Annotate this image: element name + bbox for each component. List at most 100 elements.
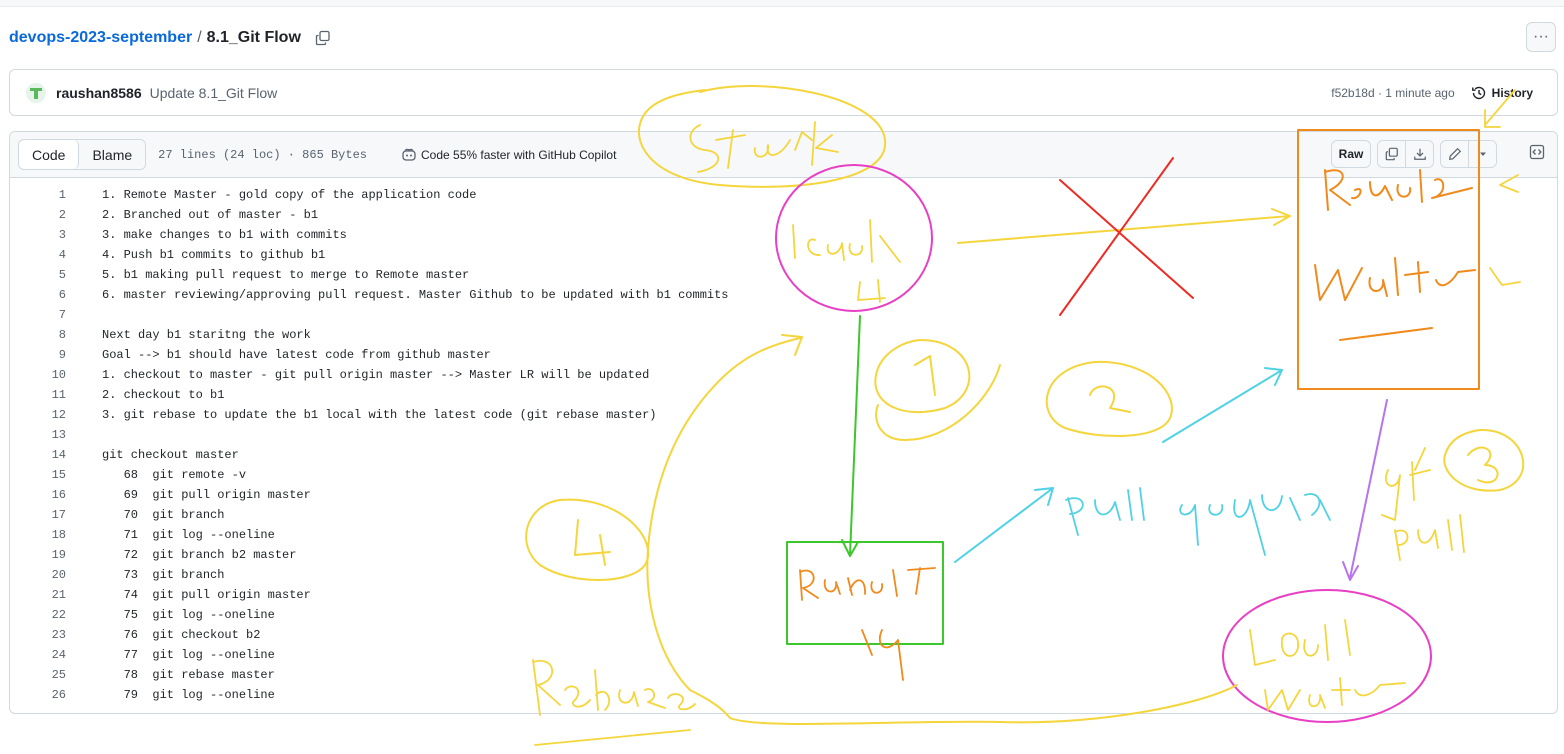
code-line: 8 Next day b1 staritng the work bbox=[10, 325, 729, 345]
copy-download-group bbox=[1377, 140, 1434, 168]
line-number[interactable]: 23 bbox=[10, 628, 102, 642]
line-text: 3. git rebase to update the b1 local wit… bbox=[102, 408, 657, 422]
line-number[interactable]: 19 bbox=[10, 548, 102, 562]
line-number[interactable]: 5 bbox=[10, 268, 102, 282]
code-line: 6 6. master reviewing/approving pull requ… bbox=[10, 285, 729, 305]
pencil-icon bbox=[1448, 147, 1461, 160]
line-number[interactable]: 2 bbox=[10, 208, 102, 222]
line-text: 4. Push b1 commits to github b1 bbox=[102, 248, 326, 262]
code-line: 10 1. checkout to master - git pull origi… bbox=[10, 365, 729, 385]
history-icon bbox=[1471, 86, 1485, 99]
download-icon bbox=[1413, 148, 1426, 160]
line-number[interactable]: 12 bbox=[10, 408, 102, 422]
commit-author[interactable]: raushan8586 bbox=[56, 85, 142, 101]
code-line: 17 70 git branch bbox=[10, 505, 729, 525]
breadcrumb: devops-2023-september / 8.1_Git Flow bbox=[9, 27, 331, 49]
line-number[interactable]: 4 bbox=[10, 248, 102, 262]
line-text: 75 git log --oneline bbox=[102, 608, 275, 622]
kebab-icon: ··· bbox=[1533, 28, 1549, 45]
line-number[interactable]: 11 bbox=[10, 388, 102, 402]
line-text: 72 git branch b2 master bbox=[102, 548, 297, 562]
code-line: 7 bbox=[10, 305, 729, 325]
symbols-panel-button[interactable] bbox=[1529, 144, 1545, 163]
line-number[interactable]: 13 bbox=[10, 428, 102, 442]
code-line: 4 4. Push b1 commits to github b1 bbox=[10, 245, 729, 265]
line-number[interactable]: 21 bbox=[10, 588, 102, 602]
edit-group bbox=[1440, 140, 1497, 168]
line-number[interactable]: 6 bbox=[10, 288, 102, 302]
code-line: 12 3. git rebase to update the b1 local w… bbox=[10, 405, 729, 425]
edit-button[interactable] bbox=[1441, 141, 1468, 167]
line-text: 5. b1 making pull request to merge to Re… bbox=[102, 268, 470, 282]
line-text: 77 git log --oneline bbox=[102, 648, 275, 662]
breadcrumb-separator: / bbox=[197, 29, 202, 46]
code-lines: 1 1. Remote Master - gold copy of the app… bbox=[10, 185, 729, 705]
code-line: 18 71 git log --oneline bbox=[10, 525, 729, 545]
line-number[interactable]: 26 bbox=[10, 688, 102, 702]
line-number[interactable]: 20 bbox=[10, 568, 102, 582]
line-number[interactable]: 3 bbox=[10, 228, 102, 242]
latest-commit-bar: raushan8586 Update 8.1_Git Flow f52b18d … bbox=[9, 69, 1558, 116]
line-number[interactable]: 15 bbox=[10, 468, 102, 482]
line-text: 73 git branch bbox=[102, 568, 225, 582]
more-options-button[interactable]: ··· bbox=[1526, 22, 1556, 52]
line-number[interactable]: 8 bbox=[10, 328, 102, 342]
line-number[interactable]: 24 bbox=[10, 648, 102, 662]
top-divider bbox=[0, 0, 1564, 7]
download-button[interactable] bbox=[1405, 141, 1433, 167]
line-number[interactable]: 1 bbox=[10, 188, 102, 202]
copilot-icon bbox=[402, 148, 416, 161]
line-text: 78 git rebase master bbox=[102, 668, 275, 682]
code-line: 20 73 git branch bbox=[10, 565, 729, 585]
code-line: 1 1. Remote Master - gold copy of the app… bbox=[10, 185, 729, 205]
code-line: 2 2. Branched out of master - b1 bbox=[10, 205, 729, 225]
line-number[interactable]: 14 bbox=[10, 448, 102, 462]
copilot-promo[interactable]: Code 55% faster with GitHub Copilot bbox=[401, 147, 616, 163]
line-text: 69 git pull origin master bbox=[102, 488, 311, 502]
line-text: 6. master reviewing/approving pull reque… bbox=[102, 288, 729, 302]
raw-button[interactable]: Raw bbox=[1331, 140, 1371, 168]
tab-blame[interactable]: Blame bbox=[79, 140, 146, 169]
history-button[interactable]: History bbox=[1471, 85, 1533, 101]
line-text: 1. Remote Master - gold copy of the appl… bbox=[102, 188, 477, 202]
avatar[interactable] bbox=[26, 82, 46, 103]
edit-dropdown-button[interactable] bbox=[1468, 141, 1496, 167]
line-text: 2. Branched out of master - b1 bbox=[102, 208, 319, 222]
breadcrumb-repo-link[interactable]: devops-2023-september bbox=[9, 29, 192, 47]
code-line: 19 72 git branch b2 master bbox=[10, 545, 729, 565]
code-line: 24 77 git log --oneline bbox=[10, 645, 729, 665]
commit-meta[interactable]: f52b18d · 1 minute ago bbox=[1331, 86, 1454, 100]
line-text: 68 git remote -v bbox=[102, 468, 247, 482]
line-text: 70 git branch bbox=[102, 508, 225, 522]
code-line: 22 75 git log --oneline bbox=[10, 605, 729, 625]
code-line: 16 69 git pull origin master bbox=[10, 485, 729, 505]
line-text: 2. checkout to b1 bbox=[102, 388, 225, 402]
line-text: git checkout master bbox=[102, 448, 239, 462]
breadcrumb-file-name: 8.1_Git Flow bbox=[206, 29, 301, 46]
line-number[interactable]: 17 bbox=[10, 508, 102, 522]
tab-code[interactable]: Code bbox=[19, 140, 80, 169]
line-number[interactable]: 10 bbox=[10, 368, 102, 382]
line-text: 71 git log --oneline bbox=[102, 528, 275, 542]
copy-path-icon[interactable] bbox=[315, 30, 331, 46]
copilot-text: Code 55% faster with GitHub Copilot bbox=[421, 147, 617, 162]
copy-icon bbox=[1385, 147, 1398, 161]
code-line: 23 76 git checkout b2 bbox=[10, 625, 729, 645]
code-square-icon bbox=[1529, 144, 1545, 160]
code-line: 11 2. checkout to b1 bbox=[10, 385, 729, 405]
line-text: 76 git checkout b2 bbox=[102, 628, 261, 642]
code-line: 25 78 git rebase master bbox=[10, 665, 729, 685]
line-number[interactable]: 9 bbox=[10, 348, 102, 362]
line-number[interactable]: 25 bbox=[10, 668, 102, 682]
line-number[interactable]: 16 bbox=[10, 488, 102, 502]
history-label: History bbox=[1491, 85, 1533, 100]
commit-message[interactable]: Update 8.1_Git Flow bbox=[150, 85, 278, 101]
line-number[interactable]: 18 bbox=[10, 528, 102, 542]
copy-raw-button[interactable] bbox=[1378, 141, 1405, 167]
line-text: 3. make changes to b1 with commits bbox=[102, 228, 347, 242]
line-text: 79 git log --oneline bbox=[102, 688, 275, 702]
line-number[interactable]: 7 bbox=[10, 308, 102, 322]
code-line: 5 5. b1 making pull request to merge to R… bbox=[10, 265, 729, 285]
code-line: 3 3. make changes to b1 with commits bbox=[10, 225, 729, 245]
line-number[interactable]: 22 bbox=[10, 608, 102, 622]
